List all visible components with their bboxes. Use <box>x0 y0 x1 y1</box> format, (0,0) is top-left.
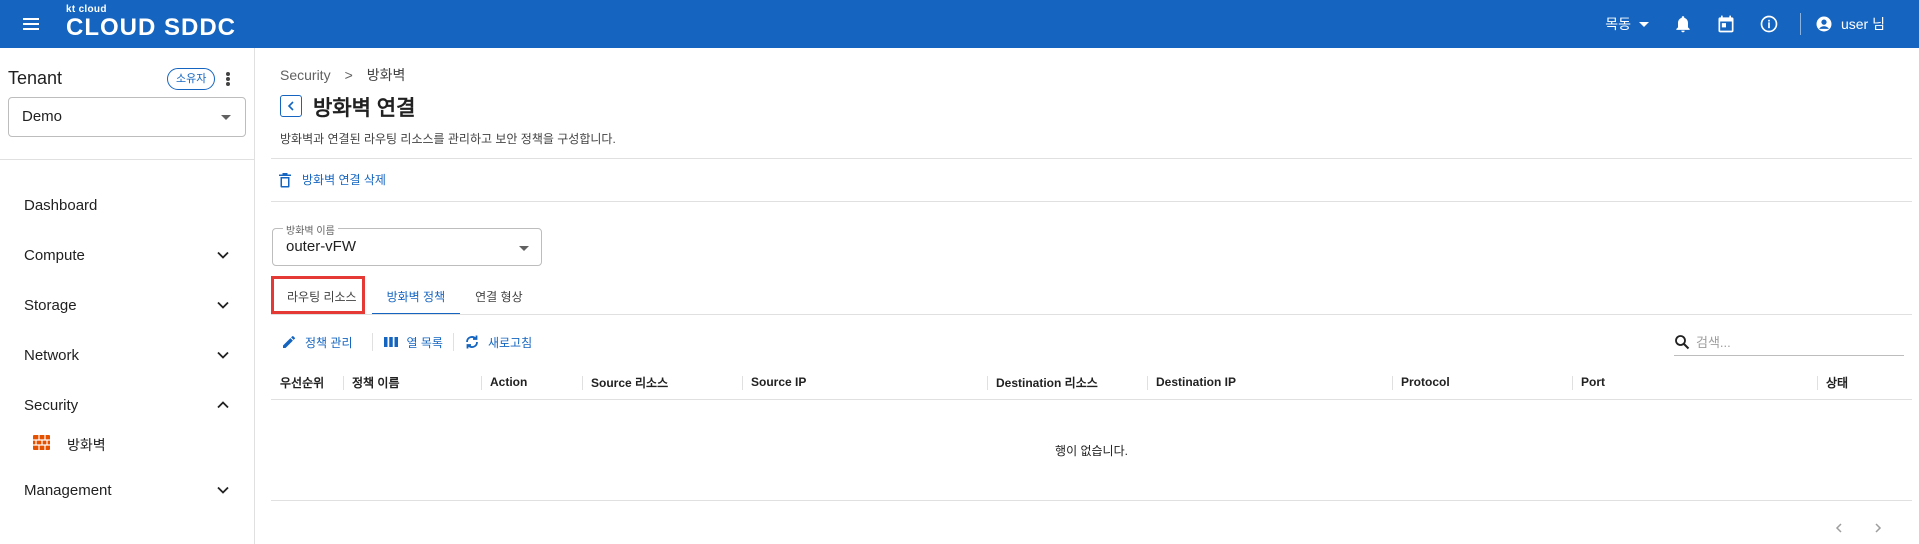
sidebar-divider <box>0 159 255 160</box>
column-header-port[interactable]: Port <box>1572 364 1605 400</box>
column-header-source-resource[interactable]: Source 리소스 <box>582 364 668 400</box>
column-header-protocol[interactable]: Protocol <box>1392 364 1450 400</box>
chevron-down-icon <box>217 301 229 309</box>
search-input[interactable]: 검색... <box>1674 328 1904 356</box>
sidebar-item-management[interactable]: Management <box>0 470 255 510</box>
region-select[interactable]: 목동 <box>1605 14 1649 34</box>
column-header-source-ip[interactable]: Source IP <box>742 364 806 400</box>
page-title: 방화벽 연결 <box>313 97 416 120</box>
tenant-value: Demo <box>22 108 63 125</box>
refresh-button[interactable]: 새로고침 <box>464 327 532 357</box>
column-header-destination-resource[interactable]: Destination 리소스 <box>987 364 1098 400</box>
sidebar-item-label: Storage <box>24 296 77 314</box>
user-name: user 님 <box>1840 16 1885 32</box>
caret-down-icon <box>1638 21 1649 27</box>
breadcrumb: Security > 방화벽 <box>280 65 405 85</box>
chevron-down-icon <box>217 486 229 494</box>
tab-bar: 라우팅 리소스 방화벽 정책 연결 형상 <box>272 279 538 315</box>
main-content: Security > 방화벽 방화벽 연결 방화벽과 연결된 라우팅 리소스를 … <box>256 48 1919 544</box>
toolbar-divider <box>371 333 373 351</box>
chevron-right-icon[interactable] <box>1870 520 1886 536</box>
pencil-icon <box>283 335 296 348</box>
sidebar-item-compute[interactable]: Compute <box>0 235 255 275</box>
sidebar-item-network[interactable]: Network <box>0 335 255 375</box>
more-vert-icon[interactable] <box>224 70 232 88</box>
page-description: 방화벽과 연결된 라우팅 리소스를 관리하고 보안 정책을 구성합니다. <box>280 132 616 146</box>
column-header-destination-ip[interactable]: Destination IP <box>1147 364 1236 400</box>
sidebar-item-firewall[interactable]: 방화벽 <box>0 427 255 459</box>
column-header-priority[interactable]: 우선순위 <box>271 364 324 400</box>
caret-down-icon <box>221 115 231 120</box>
chevron-up-icon <box>217 401 229 409</box>
chevron-left-icon[interactable] <box>1831 520 1847 536</box>
trash-icon <box>279 172 291 187</box>
sidebar: Tenant 소유자 Demo Dashboard Compute Storag… <box>0 48 255 544</box>
user-menu[interactable]: user 님 <box>1815 14 1885 34</box>
firewall-name-select[interactable]: 방화벽 이름 outer-vFW <box>272 222 542 266</box>
sidebar-item-security[interactable]: Security <box>0 385 255 425</box>
delete-connection-button[interactable]: 방화벽 연결 삭제 <box>278 171 386 188</box>
sidebar-item-label: Network <box>24 346 80 364</box>
refresh-label: 새로고침 <box>487 335 533 350</box>
sidebar-item-dashboard[interactable]: Dashboard <box>0 185 255 225</box>
empty-table-message: 행이 없습니다. <box>1055 444 1128 458</box>
firewall-icon <box>33 435 50 450</box>
breadcrumb-parent[interactable]: Security <box>280 67 331 83</box>
search-icon <box>1675 334 1690 349</box>
grid-toolbar: 정책 관리 열 목록 새로고침 <box>272 327 532 357</box>
top-app-bar: kt cloud CLOUD SDDC 목동 user 님 <box>0 0 1919 48</box>
owner-badge: 소유자 <box>167 68 216 90</box>
app-logo[interactable]: kt cloud CLOUD SDDC <box>66 4 236 41</box>
info-icon[interactable] <box>1757 12 1781 36</box>
sidebar-item-storage[interactable]: Storage <box>0 285 255 325</box>
chevron-down-icon <box>217 351 229 359</box>
firewall-name-label: 방화벽 이름 <box>283 222 338 237</box>
tab-connection-topology[interactable]: 연결 형상 <box>460 279 538 314</box>
tabs-divider <box>271 314 1912 315</box>
tenant-select[interactable]: Demo <box>8 97 246 137</box>
sidebar-item-label: Management <box>24 481 112 499</box>
logo-text: CLOUD SDDC <box>66 14 236 41</box>
column-list-label: 열 목록 <box>406 335 443 350</box>
breadcrumb-current: 방화벽 <box>366 67 406 83</box>
topbar-divider <box>1799 13 1801 35</box>
region-label: 목동 <box>1605 16 1631 32</box>
calendar-icon[interactable] <box>1714 12 1738 36</box>
sidebar-item-label: Dashboard <box>24 196 98 214</box>
menu-icon[interactable] <box>21 14 41 34</box>
caret-down-icon <box>519 246 529 251</box>
breadcrumb-separator: > <box>344 67 353 83</box>
divider <box>271 158 1912 159</box>
delete-connection-label: 방화벽 연결 삭제 <box>302 173 386 187</box>
toolbar-divider <box>452 333 454 351</box>
view-column-icon <box>383 337 398 347</box>
sidebar-item-label: 방화벽 <box>67 437 106 453</box>
search-placeholder: 검색... <box>1696 335 1731 350</box>
table-header: 우선순위 정책 이름 Action Source 리소스 Source IP D… <box>271 364 1912 400</box>
refresh-icon <box>466 335 478 349</box>
account-icon <box>1816 16 1832 32</box>
tab-routing-resources[interactable]: 라우팅 리소스 <box>272 279 372 314</box>
table-footer-divider <box>271 500 1912 501</box>
column-header-action[interactable]: Action <box>481 364 527 400</box>
tab-firewall-policy[interactable]: 방화벽 정책 <box>371 279 461 315</box>
column-list-button[interactable]: 열 목록 <box>383 327 443 357</box>
tenant-title: Tenant <box>8 68 63 88</box>
bell-icon[interactable] <box>1671 12 1695 36</box>
divider <box>271 201 1912 202</box>
chevron-left-icon <box>287 101 294 111</box>
policy-manage-label: 정책 관리 <box>305 335 353 350</box>
column-header-status[interactable]: 상태 <box>1817 364 1848 400</box>
policy-manage-button[interactable]: 정책 관리 <box>272 327 362 357</box>
sidebar-item-label: Compute <box>24 246 85 264</box>
column-header-policy-name[interactable]: 정책 이름 <box>343 364 400 400</box>
chevron-down-icon <box>217 251 229 259</box>
firewall-name-value: outer-vFW <box>286 238 357 255</box>
back-button[interactable] <box>280 95 302 117</box>
sidebar-item-label: Security <box>24 396 79 414</box>
